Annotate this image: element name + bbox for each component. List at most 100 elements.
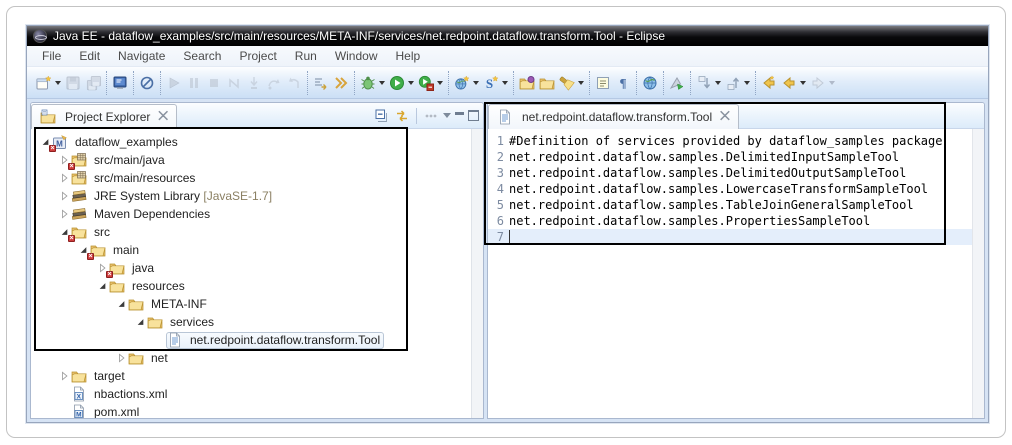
tab-project-explorer[interactable]: Project Explorer ⨉: [31, 104, 177, 129]
chevron-down-icon[interactable]: [744, 81, 750, 85]
chevron-down-icon[interactable]: [829, 81, 835, 85]
editor-scrollbar[interactable]: [972, 129, 984, 418]
expanded-arrow-icon[interactable]: [96, 278, 109, 294]
tree-item-jre-system-library[interactable]: JRE System Library [JavaSE-1.7]: [39, 187, 483, 205]
expanded-arrow-icon[interactable]: [115, 296, 128, 312]
menu-edit[interactable]: Edit: [70, 47, 109, 65]
chevron-down-icon[interactable]: [473, 81, 479, 85]
line-text: net.redpoint.dataflow.samples.DelimitedO…: [509, 165, 906, 181]
tree-item-meta-inf[interactable]: META-INF: [39, 295, 483, 313]
show-whitespace-button[interactable]: ¶: [613, 71, 633, 95]
menu-run[interactable]: Run: [286, 47, 326, 65]
link-with-editor-icon[interactable]: [394, 108, 410, 124]
collapsed-arrow-icon[interactable]: [58, 188, 71, 204]
tree-item-nbactions-xml[interactable]: Xnbactions.xml: [39, 385, 483, 403]
mark-occurrences-button[interactable]: [593, 71, 613, 95]
close-icon[interactable]: ⨉: [720, 109, 730, 124]
chevron-down-icon[interactable]: [800, 81, 806, 85]
code-line-1[interactable]: 1#Definition of services provided by dat…: [488, 133, 984, 149]
debug-button[interactable]: [358, 71, 387, 95]
chevron-down-icon[interactable]: [502, 81, 508, 85]
code-line-7[interactable]: 7: [488, 229, 984, 245]
disconnect-button[interactable]: [224, 71, 244, 95]
tree-item-services[interactable]: services: [39, 313, 483, 331]
code-line-6[interactable]: 6net.redpoint.dataflow.samples.Propertie…: [488, 213, 984, 229]
collapsed-arrow-icon[interactable]: [115, 350, 128, 366]
tree-item-resources[interactable]: resources: [39, 277, 483, 295]
search-button[interactable]: [557, 71, 586, 95]
view-menu-icon[interactable]: [423, 108, 439, 124]
terminate-button[interactable]: [204, 71, 224, 95]
menu-navigate[interactable]: Navigate: [109, 47, 174, 65]
collapsed-arrow-icon[interactable]: [58, 170, 71, 186]
web-browser-button[interactable]: [640, 71, 660, 95]
chevron-down-icon[interactable]: [578, 81, 584, 85]
tree-item-src-main-java[interactable]: ×src/main/java: [39, 151, 483, 169]
editor-tabbar: net.redpoint.dataflow.transform.Tool ⨉: [488, 103, 984, 129]
last-edit-location-button[interactable]: [759, 71, 779, 95]
code-line-2[interactable]: 2net.redpoint.dataflow.samples.Delimited…: [488, 149, 984, 165]
step-over-button[interactable]: [264, 71, 284, 95]
menu-project[interactable]: Project: [230, 47, 285, 65]
code-line-3[interactable]: 3net.redpoint.dataflow.samples.Delimited…: [488, 165, 984, 181]
error-badge: ×: [49, 145, 56, 152]
new-web-service-button[interactable]: [452, 71, 481, 95]
expanded-arrow-icon[interactable]: [134, 314, 147, 330]
forward-button[interactable]: [808, 71, 837, 95]
close-icon[interactable]: ⨉: [158, 109, 168, 124]
new-service-button[interactable]: S: [481, 71, 510, 95]
chevron-down-icon[interactable]: [379, 81, 385, 85]
tree-item-net[interactable]: net: [39, 349, 483, 367]
tree-item-java[interactable]: ×java: [39, 259, 483, 277]
menu-file[interactable]: File: [33, 47, 70, 65]
save-all-button[interactable]: [83, 71, 103, 95]
tree-item-pom-xml[interactable]: Mpom.xml: [39, 403, 483, 418]
tree-item-maven-dependencies[interactable]: Maven Dependencies: [39, 205, 483, 223]
open-folder-button[interactable]: [537, 71, 557, 95]
menu-help[interactable]: Help: [387, 47, 430, 65]
coverage-button[interactable]: [416, 71, 445, 95]
step-into-button[interactable]: [244, 71, 264, 95]
tree-item-label: java: [129, 260, 157, 276]
explorer-scrollbar[interactable]: [471, 129, 483, 418]
skip-breakpoints-button[interactable]: [137, 71, 157, 95]
menu-chevron-icon[interactable]: [443, 113, 451, 118]
drop-to-frame-button[interactable]: [331, 71, 351, 95]
tree-item-main[interactable]: ×main: [39, 241, 483, 259]
run-button[interactable]: [387, 71, 416, 95]
step-return-button[interactable]: [284, 71, 304, 95]
svg-text:S: S: [486, 76, 493, 91]
maximize-icon[interactable]: [468, 110, 479, 121]
code-line-5[interactable]: 5net.redpoint.dataflow.samples.TableJoin…: [488, 197, 984, 213]
code-line-4[interactable]: 4net.redpoint.dataflow.samples.Lowercase…: [488, 181, 984, 197]
back-button[interactable]: [779, 71, 808, 95]
maven-project-icon: M×: [52, 134, 68, 150]
tree-item-target[interactable]: target: [39, 367, 483, 385]
tree-item-src[interactable]: ×src: [39, 223, 483, 241]
step-filters-button[interactable]: [311, 71, 331, 95]
collapsed-arrow-icon[interactable]: [58, 368, 71, 384]
collapsed-arrow-icon[interactable]: [58, 206, 71, 222]
editor-content[interactable]: 1#Definition of services provided by dat…: [488, 129, 984, 418]
title-bar[interactable]: Java EE - dataflow_examples/src/main/res…: [27, 26, 988, 46]
chevron-down-icon[interactable]: [408, 81, 414, 85]
menu-search[interactable]: Search: [174, 47, 230, 65]
tree-item-dataflow-examples[interactable]: M×dataflow_examples: [39, 133, 483, 151]
chevron-down-icon[interactable]: [715, 81, 721, 85]
console-button[interactable]: [110, 71, 130, 95]
tab-editor-file[interactable]: net.redpoint.dataflow.transform.Tool ⨉: [488, 104, 739, 129]
chevron-down-icon[interactable]: [437, 81, 443, 85]
next-annotation-button[interactable]: [694, 71, 723, 95]
suspend-button[interactable]: [184, 71, 204, 95]
new-wizard-button[interactable]: [34, 71, 63, 95]
resume-button[interactable]: [164, 71, 184, 95]
collapse-all-icon[interactable]: [374, 108, 390, 124]
save-button[interactable]: [63, 71, 83, 95]
tree-item-net-redpoint-dataflow-transform-tool[interactable]: net.redpoint.dataflow.transform.Tool: [39, 331, 483, 349]
chevron-down-icon[interactable]: [55, 81, 61, 85]
tree-item-src-main-resources[interactable]: src/main/resources: [39, 169, 483, 187]
prev-annotation-button[interactable]: [723, 71, 752, 95]
import-wizard-button[interactable]: [517, 71, 537, 95]
external-tools-button[interactable]: [667, 71, 687, 95]
menu-window[interactable]: Window: [326, 47, 387, 65]
